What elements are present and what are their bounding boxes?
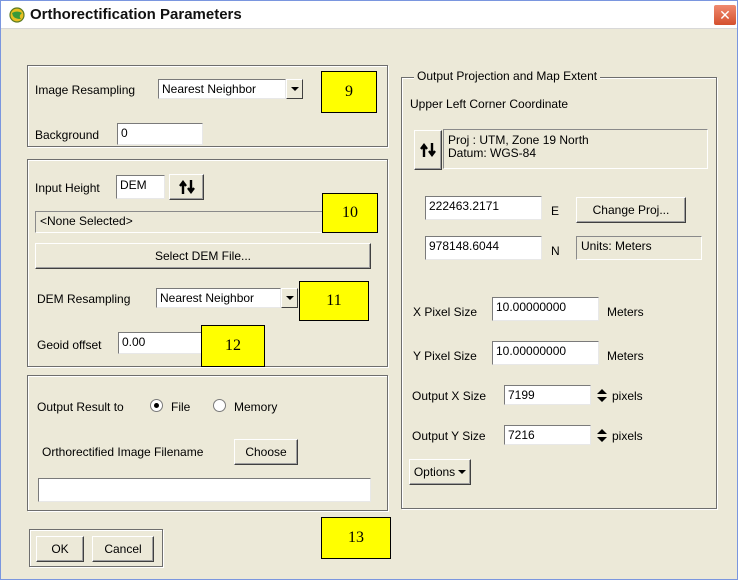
select-dem-file-button[interactable]: Select DEM File... [35, 243, 371, 269]
dem-resampling-value: Nearest Neighbor [160, 291, 255, 305]
dem-resampling-label: DEM Resampling [37, 292, 131, 306]
filename-input[interactable] [38, 478, 371, 502]
change-proj-label: Change Proj... [592, 203, 670, 217]
input-height-toggle-button[interactable] [169, 174, 204, 200]
ok-button-label: OK [51, 542, 69, 556]
easting-value: 222463.2171 [429, 199, 500, 213]
callout-10-number: 10 [342, 204, 358, 221]
output-y-size-label: Output Y Size [412, 429, 486, 443]
output-y-size-unit: pixels [612, 429, 643, 443]
input-height-value: DEM [120, 178, 147, 192]
x-pixel-size-value: 10.00000000 [496, 300, 567, 314]
units-text: Units: Meters [581, 239, 652, 253]
callout-9-number: 9 [345, 83, 353, 100]
northing-unit: N [551, 244, 560, 258]
dem-file-display: <None Selected> [35, 211, 371, 233]
callout-13-number: 13 [348, 529, 364, 546]
output-file-radio[interactable] [150, 399, 163, 412]
datum-line: Datum: WGS-84 [448, 146, 537, 160]
callout-12: 12 [201, 325, 265, 367]
callout-11-number: 11 [326, 292, 342, 309]
y-pixel-size-input[interactable]: 10.00000000 [492, 341, 599, 365]
x-pixel-size-label: X Pixel Size [413, 305, 478, 319]
geoid-offset-label: Geoid offset [37, 338, 102, 352]
close-button[interactable]: ✕ [713, 4, 737, 26]
output-memory-label: Memory [234, 400, 278, 414]
input-height-field[interactable]: DEM [116, 175, 165, 199]
y-pixel-size-label: Y Pixel Size [413, 349, 477, 363]
northing-input[interactable]: 978148.6044 [425, 236, 542, 260]
output-x-size-input[interactable]: 7199 [504, 385, 591, 405]
geoid-offset-input[interactable]: 0.00 [118, 332, 204, 354]
image-resampling-dropdown-button[interactable] [286, 79, 303, 99]
background-value: 0 [121, 126, 128, 140]
x-pixel-size-unit: Meters [607, 305, 644, 319]
app-globe-icon [9, 7, 25, 23]
output-x-size-spinner-icon[interactable] [596, 387, 608, 404]
choose-button-label: Choose [245, 445, 287, 459]
cancel-button-label: Cancel [104, 542, 142, 556]
input-height-label: Input Height [35, 181, 100, 195]
callout-11: 11 [299, 281, 369, 321]
output-y-size-spinner-icon[interactable] [596, 427, 608, 444]
image-resampling-select[interactable]: Nearest Neighbor [158, 79, 286, 99]
background-input[interactable]: 0 [117, 123, 203, 145]
swap-coordinates-button[interactable] [414, 130, 442, 170]
projection-info: Proj : UTM, Zone 19 North Datum: WGS-84 [443, 129, 708, 169]
x-pixel-size-input[interactable]: 10.00000000 [492, 297, 599, 321]
callout-13: 13 [321, 517, 391, 559]
dem-resampling-dropdown-button[interactable] [281, 288, 298, 308]
title-bar: Orthorectification Parameters ✕ [1, 1, 737, 29]
window-title: Orthorectification Parameters [30, 6, 242, 23]
output-x-size-unit: pixels [612, 389, 643, 403]
geoid-offset-value: 0.00 [122, 335, 146, 349]
image-resampling-label: Image Resampling [35, 83, 136, 97]
easting-unit: E [551, 204, 560, 218]
chevron-down-icon [285, 296, 294, 300]
output-x-size-label: Output X Size [412, 389, 487, 403]
options-button[interactable]: Options [409, 459, 471, 485]
northing-value: 978148.6044 [429, 239, 500, 253]
output-y-size-value: 7216 [508, 428, 535, 442]
cancel-button[interactable]: Cancel [92, 536, 154, 562]
dem-resampling-select[interactable]: Nearest Neighbor [156, 288, 281, 308]
select-dem-file-label: Select DEM File... [154, 249, 252, 263]
filename-label: Orthorectified Image Filename [42, 445, 204, 459]
y-pixel-size-value: 10.00000000 [496, 344, 567, 358]
output-x-size-value: 7199 [508, 388, 535, 402]
output-memory-radio[interactable] [213, 399, 226, 412]
y-pixel-size-unit: Meters [607, 349, 644, 363]
output-result-label: Output Result to [37, 400, 124, 414]
chevron-down-icon [290, 87, 299, 91]
units-display: Units: Meters [576, 236, 702, 260]
callout-12-number: 12 [225, 337, 241, 354]
swap-arrows-icon [420, 143, 436, 157]
image-resampling-value: Nearest Neighbor [162, 82, 257, 96]
change-proj-button[interactable]: Change Proj... [576, 197, 686, 223]
projection-group-title: Output Projection and Map Extent [414, 69, 601, 83]
orthorectification-dialog: Orthorectification Parameters ✕ Image Re… [0, 0, 738, 580]
upper-left-label: Upper Left Corner Coordinate [410, 97, 569, 111]
swap-arrows-icon [178, 180, 195, 194]
ok-button[interactable]: OK [36, 536, 84, 562]
chevron-down-icon [458, 470, 467, 474]
radio-selected-dot [154, 403, 159, 408]
dem-file-value: <None Selected> [40, 214, 133, 228]
options-button-label: Options [413, 465, 456, 479]
close-icon: ✕ [719, 6, 731, 23]
callout-9: 9 [321, 71, 377, 113]
callout-10: 10 [322, 193, 378, 233]
choose-button[interactable]: Choose [234, 439, 298, 465]
background-label: Background [35, 128, 100, 142]
output-file-label: File [171, 400, 191, 414]
easting-input[interactable]: 222463.2171 [425, 196, 542, 220]
output-y-size-input[interactable]: 7216 [504, 425, 591, 445]
